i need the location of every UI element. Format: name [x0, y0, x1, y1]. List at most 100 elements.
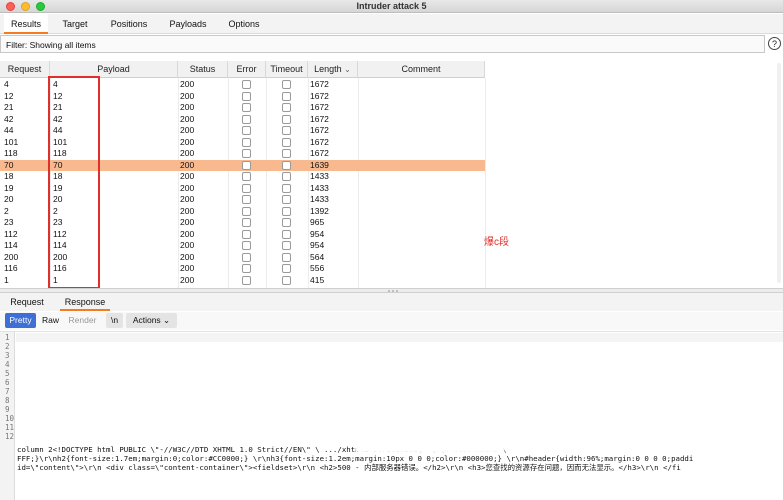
cell-request: 44	[4, 125, 14, 135]
error-checkbox	[242, 218, 251, 227]
response-editor[interactable]: 1 2 3 4 5 6 7 8 9 10 11 12 column 2<!DOCTYPE html P…	[0, 331, 783, 500]
cell-request: 101	[4, 136, 19, 147]
error-checkbox	[242, 80, 251, 89]
cell-length: 564	[310, 251, 325, 262]
cell-length: 965	[310, 217, 325, 227]
error-checkbox	[242, 91, 251, 101]
code-line: id=\"content\">\r\n <div class=\"content…	[17, 463, 681, 472]
cell-request: 19	[4, 182, 14, 193]
raw-button[interactable]: Raw	[39, 313, 62, 328]
timeout-checkbox	[282, 252, 291, 262]
cell-status: 200	[180, 274, 195, 285]
timeout-checkbox	[282, 137, 291, 147]
line-number: 3	[5, 351, 10, 360]
cell-timeout	[282, 194, 291, 206]
tab-target[interactable]: Target	[55, 14, 95, 34]
show-newlines-button[interactable]: \n	[106, 313, 123, 328]
tab-results[interactable]: Results	[4, 14, 48, 34]
column-header-length-label: Length	[314, 64, 342, 74]
cell-status: 200	[180, 136, 195, 147]
cell-status: 200	[180, 182, 195, 193]
cell-timeout	[282, 263, 291, 275]
column-divider	[485, 78, 486, 288]
filter-bar[interactable]: Filter: Showing all items	[0, 35, 765, 53]
error-checkbox	[242, 275, 251, 285]
cell-error	[242, 217, 251, 229]
line-number: 12	[5, 432, 15, 441]
error-checkbox	[242, 206, 251, 216]
cell-timeout	[282, 206, 291, 218]
timeout-checkbox	[282, 264, 291, 273]
error-checkbox	[242, 183, 251, 193]
payload-highlight-box	[48, 76, 100, 288]
tab-response[interactable]: Response	[60, 293, 110, 311]
tab-payloads[interactable]: Payloads	[163, 14, 213, 34]
tab-positions[interactable]: Positions	[103, 14, 155, 34]
actions-dropdown[interactable]: Actions ⌄	[126, 313, 177, 328]
cell-request: 118	[4, 148, 18, 158]
cell-error	[242, 148, 251, 160]
cell-length: 415	[310, 274, 325, 285]
cell-request: 21	[4, 102, 14, 112]
cell-timeout	[282, 91, 291, 103]
timeout-checkbox	[282, 80, 291, 89]
cell-status: 200	[180, 90, 195, 101]
tab-request[interactable]: Request	[6, 293, 48, 311]
cell-timeout	[282, 252, 291, 264]
current-line-highlight	[16, 333, 783, 342]
cell-length: 1433	[310, 171, 329, 181]
cell-request: 112	[4, 228, 18, 239]
cell-timeout	[282, 148, 291, 160]
line-number: 1	[5, 333, 10, 342]
column-header-length[interactable]: Length ⌄	[308, 61, 358, 78]
cell-error	[242, 79, 251, 91]
cell-length: 1672	[310, 136, 329, 147]
timeout-checkbox	[282, 206, 291, 216]
error-checkbox	[242, 229, 251, 239]
tab-options[interactable]: Options	[221, 14, 267, 34]
cell-timeout	[282, 102, 291, 114]
timeout-checkbox	[282, 114, 291, 124]
cell-request: 114	[4, 240, 18, 250]
cell-status: 200	[180, 263, 195, 273]
line-number: 5	[5, 369, 10, 378]
cell-timeout	[282, 114, 291, 126]
error-checkbox	[242, 252, 251, 262]
pretty-button[interactable]: Pretty	[5, 313, 36, 328]
error-checkbox	[242, 241, 251, 250]
cell-status: 200	[180, 79, 195, 89]
table-scrollbar[interactable]	[776, 63, 782, 283]
cell-request: 23	[4, 217, 14, 227]
column-header-comment[interactable]: Comment	[358, 61, 485, 78]
cell-error	[242, 252, 251, 264]
cell-status: 200	[180, 251, 195, 262]
column-header-error[interactable]: Error	[228, 61, 266, 78]
column-header-status[interactable]: Status	[178, 61, 228, 78]
cell-length: 1672	[310, 125, 329, 135]
code-line: FFF;}\r\nh2{font-size:1.7em;margin:0;col…	[17, 454, 694, 463]
cell-error	[242, 125, 251, 137]
cell-status: 200	[180, 171, 195, 181]
cell-error	[242, 263, 251, 275]
error-checkbox	[242, 114, 251, 124]
error-checkbox	[242, 149, 251, 158]
cell-error	[242, 183, 251, 195]
cell-request: 70	[4, 159, 14, 170]
help-icon[interactable]: ?	[768, 37, 781, 50]
cell-request: 1	[4, 274, 9, 285]
cell-timeout	[282, 275, 291, 287]
cell-status: 200	[180, 148, 195, 158]
cell-timeout	[282, 137, 291, 149]
cell-status: 200	[180, 113, 195, 124]
column-header-request[interactable]: Request	[0, 61, 50, 78]
render-button[interactable]: Render	[66, 313, 99, 328]
cell-error	[242, 114, 251, 126]
timeout-checkbox	[282, 103, 291, 112]
column-header-timeout[interactable]: Timeout	[266, 61, 308, 78]
cell-length: 556	[310, 263, 325, 273]
cell-timeout	[282, 125, 291, 137]
error-checkbox	[242, 137, 251, 147]
cell-status: 200	[180, 194, 195, 204]
cell-status: 200	[180, 217, 195, 227]
error-checkbox	[242, 264, 251, 273]
